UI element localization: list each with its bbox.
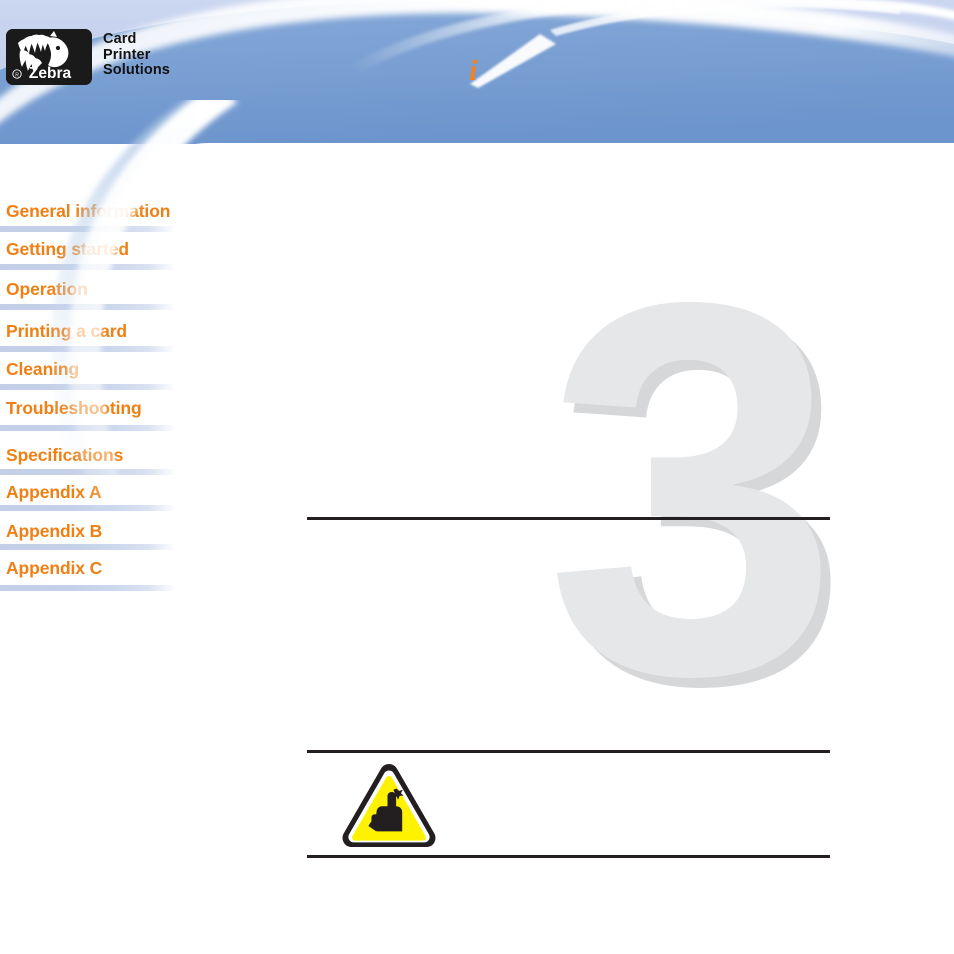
sidebar-rule bbox=[0, 264, 176, 270]
chapter-number-watermark: 3 bbox=[545, 193, 840, 785]
sidebar-rule bbox=[0, 544, 176, 550]
chapter-content: 3 bbox=[200, 144, 954, 954]
sidebar-item-label: General information bbox=[6, 201, 171, 221]
sidebar-rule bbox=[0, 226, 176, 232]
sidebar-rule bbox=[0, 469, 176, 475]
sidebar-item-getting-started[interactable]: Getting started bbox=[0, 239, 200, 265]
sidebar-item-printing-a-card[interactable]: Printing a card bbox=[0, 321, 200, 347]
zebra-logo: Zebra R Card Printer Solutions bbox=[6, 29, 170, 85]
sidebar-item-specifications[interactable]: Specifications bbox=[0, 445, 200, 471]
sidebar-item-label: Getting started bbox=[6, 239, 129, 259]
svg-text:R: R bbox=[15, 73, 19, 79]
sidebar-item-label: Troubleshooting bbox=[6, 398, 142, 418]
sidebar-item-label: Appendix A bbox=[6, 482, 102, 502]
information-i-mark: i bbox=[469, 54, 478, 87]
sidebar-rule bbox=[0, 384, 176, 390]
sidebar-item-label: Operation bbox=[6, 279, 88, 299]
warning-notice bbox=[340, 761, 438, 847]
rule-top bbox=[307, 517, 830, 520]
sidebar-rule bbox=[0, 304, 176, 310]
warning-pointing-hand-icon bbox=[342, 764, 436, 847]
sidebar-item-appendix-c[interactable]: Appendix C bbox=[0, 558, 200, 584]
sidebar-item-cleaning[interactable]: Cleaning bbox=[0, 359, 200, 385]
sidebar-item-label: Appendix B bbox=[6, 521, 103, 541]
sidebar-item-label: Appendix C bbox=[6, 558, 103, 578]
zebra-head-icon: Zebra R bbox=[6, 29, 92, 85]
sidebar-item-label: Printing a card bbox=[6, 321, 128, 341]
header-banner: Zebra R Card Printer Solutions i bbox=[0, 0, 954, 144]
document-page: Zebra R Card Printer Solutions i General… bbox=[0, 0, 954, 954]
brand-tagline: Card Printer Solutions bbox=[103, 31, 170, 79]
sidebar-rule bbox=[0, 346, 176, 352]
sidebar-item-general-information[interactable]: General information bbox=[0, 201, 200, 227]
rule-bottom bbox=[307, 855, 830, 858]
svg-text:Zebra: Zebra bbox=[29, 65, 72, 82]
sidebar-rule bbox=[0, 585, 176, 591]
sidebar-item-troubleshooting[interactable]: Troubleshooting bbox=[0, 398, 200, 424]
sidebar-item-label: Specifications bbox=[6, 445, 124, 465]
sidebar-item-operation[interactable]: Operation bbox=[0, 279, 200, 305]
rule-middle bbox=[307, 750, 830, 753]
sidebar-item-label: Cleaning bbox=[6, 359, 80, 379]
sidebar-rule bbox=[0, 425, 176, 431]
sidebar-navigation: General information Getting started Oper… bbox=[0, 144, 200, 954]
sidebar-rule bbox=[0, 505, 176, 511]
